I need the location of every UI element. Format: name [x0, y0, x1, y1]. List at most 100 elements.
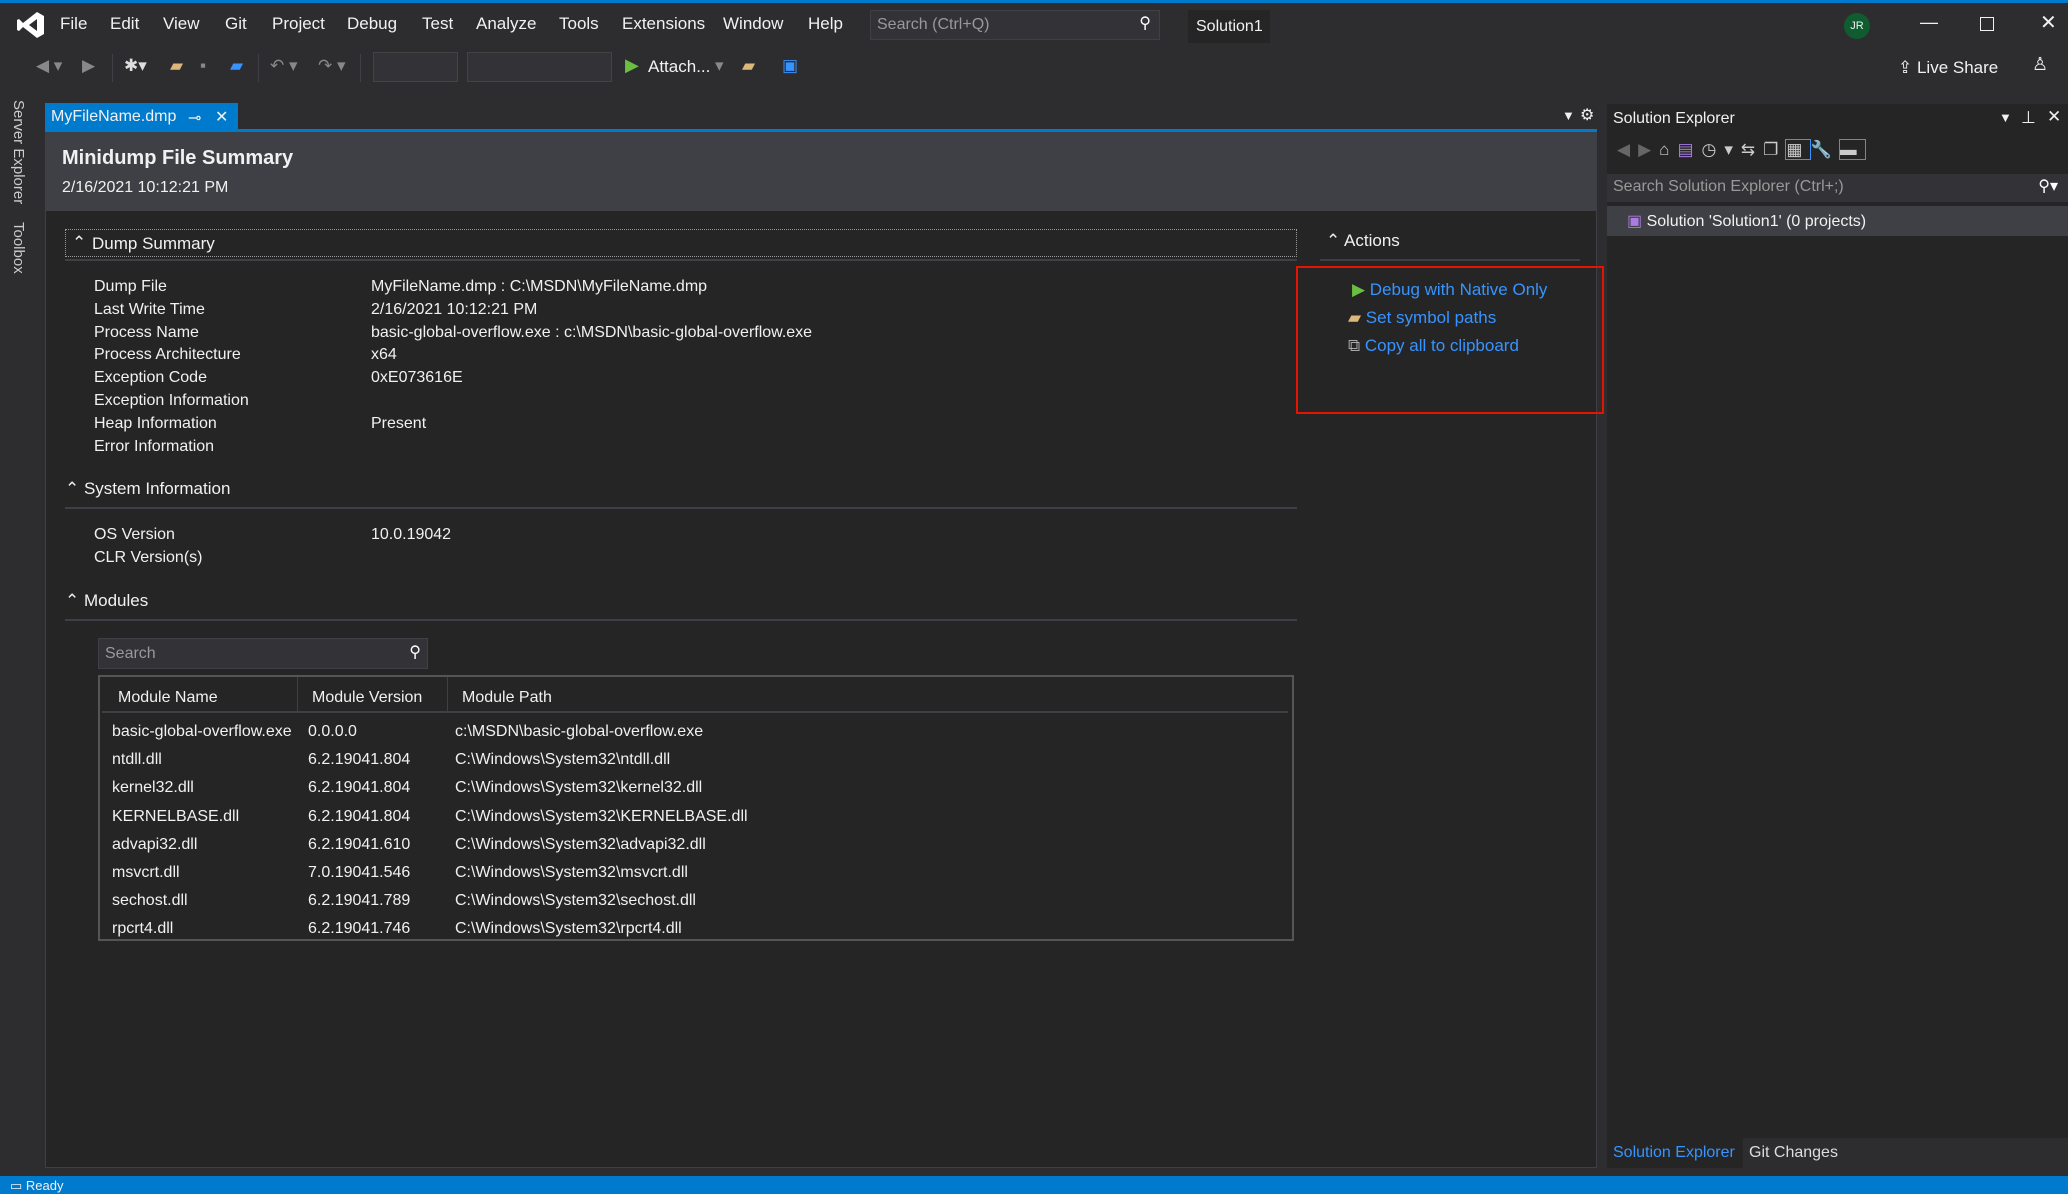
pin-icon[interactable]: ⊸ — [188, 108, 201, 128]
browser-icon[interactable]: ▣ — [782, 56, 798, 76]
sync-icon[interactable]: ⇆ — [1741, 140, 1763, 159]
field-label: Heap Information — [94, 414, 217, 432]
collapse-icon: ⌃ — [1326, 231, 1345, 250]
back-icon[interactable]: ◀ — [1617, 140, 1638, 159]
column-header-version[interactable]: Module Version — [312, 689, 422, 707]
search-placeholder: Search Solution Explorer (Ctrl+;) — [1613, 178, 1844, 195]
copy-clipboard-link[interactable]: ⧉ Copy all to clipboard — [1348, 336, 1519, 356]
table-row[interactable]: rpcrt4.dll 6.2.19041.746 C:\Windows\System… — [100, 916, 1290, 944]
field-value: 0xE073616E — [371, 369, 463, 387]
maximize-button[interactable] — [1980, 17, 1994, 31]
attach-button[interactable]: Attach... — [648, 57, 710, 77]
switch-views-icon[interactable]: ▤ — [1677, 140, 1701, 159]
tab-solution-explorer[interactable]: Solution Explorer — [1613, 1144, 1735, 1162]
save-all-icon[interactable]: ▰ — [230, 56, 243, 76]
preview-icon[interactable]: ▬ — [1838, 139, 1866, 160]
cell-module-path: C:\Windows\System32\msvcrt.dll — [455, 864, 688, 881]
undo-icon[interactable]: ↶ ▾ — [270, 56, 298, 76]
menu-project[interactable]: Project — [272, 14, 325, 34]
close-tab-icon[interactable]: ✕ — [215, 107, 228, 127]
cell-module-version: 6.2.19041.789 — [308, 892, 411, 910]
menu-analyze[interactable]: Analyze — [476, 14, 536, 34]
table-row[interactable]: sechost.dll 6.2.19041.789 C:\Windows\Syste… — [100, 888, 1290, 916]
menu-help[interactable]: Help — [808, 14, 843, 34]
debug-native-only-link[interactable]: ▶ Debug with Native Only — [1352, 280, 1547, 300]
column-header-name[interactable]: Module Name — [118, 689, 218, 707]
dump-summary-header[interactable]: ⌃ Dump Summary — [65, 229, 1297, 257]
menu-file[interactable]: File — [60, 14, 87, 34]
field-label: Last Write Time — [94, 300, 205, 318]
cell-module-path: C:\Windows\System32\sechost.dll — [455, 892, 696, 910]
attach-dropdown-icon[interactable]: ▾ — [715, 56, 724, 76]
back-icon[interactable]: ◀ ▾ — [36, 56, 62, 76]
pending-changes-icon[interactable]: ◷▾ — [1702, 140, 1741, 159]
field-label: Dump File — [94, 278, 167, 295]
redo-icon[interactable]: ↷ ▾ — [318, 56, 346, 76]
menu-edit[interactable]: Edit — [110, 14, 139, 34]
table-row[interactable]: ntdll.dll 6.2.19041.804 C:\Windows\System3… — [100, 747, 1290, 775]
field-label: Process Name — [94, 323, 199, 341]
close-window-button[interactable]: ✕ — [2040, 10, 2057, 35]
modules-table: Module Name Module Version Module Path b… — [98, 675, 1294, 941]
column-header-path[interactable]: Module Path — [462, 689, 552, 707]
table-row[interactable]: kernel32.dll 6.2.19041.804 C:\Windows\Syst… — [100, 775, 1290, 803]
solution-search-input[interactable]: Search Solution Explorer (Ctrl+;) ⚲▾ — [1607, 174, 2068, 202]
new-project-icon[interactable]: ✱▾ — [124, 56, 147, 76]
solution-tree-item[interactable]: ▣ Solution 'Solution1' (0 projects) — [1607, 206, 2068, 236]
menu-view[interactable]: View — [163, 14, 200, 34]
avatar[interactable]: JR — [1844, 13, 1870, 39]
menu-debug[interactable]: Debug — [347, 14, 397, 34]
toolbox-tab[interactable]: Toolbox — [10, 222, 27, 274]
open-folder-icon[interactable]: ▰ — [170, 56, 183, 76]
modules-search-input[interactable]: Search ⚲ — [98, 638, 428, 669]
forward-icon[interactable]: ▶ — [1638, 140, 1659, 159]
menu-tools[interactable]: Tools — [559, 14, 599, 34]
set-symbol-paths-link[interactable]: ▰ Set symbol paths — [1348, 308, 1496, 328]
tab-git-changes[interactable]: Git Changes — [1743, 1138, 2068, 1168]
system-info-header[interactable]: ⌃ System Information — [65, 479, 230, 499]
cell-module-name: rpcrt4.dll — [112, 920, 174, 938]
server-explorer-tab[interactable]: Server Explorer — [10, 100, 27, 204]
live-share-button[interactable]: ⇪ Live Share — [1898, 58, 1998, 78]
collapse-all-icon[interactable]: ❐ — [1763, 140, 1786, 159]
panel-dropdown-icon[interactable]: ▼ — [1999, 110, 2012, 125]
properties-icon[interactable]: 🔧 — [1810, 140, 1839, 159]
cell-module-path: c:\MSDN\basic-global-overflow.exe — [455, 723, 704, 740]
tab-dropdown-icon[interactable]: ▼ — [1562, 108, 1575, 123]
modules-header[interactable]: ⌃ Modules — [65, 591, 148, 611]
table-row[interactable]: advapi32.dll 6.2.19041.610 C:\Windows\Syst… — [100, 832, 1290, 860]
page-date: 2/16/2021 10:12:21 PM — [62, 179, 229, 196]
menu-extensions[interactable]: Extensions — [622, 14, 705, 34]
cell-module-name: advapi32.dll — [112, 835, 198, 853]
close-panel-icon[interactable]: ✕ — [2047, 107, 2061, 127]
save-icon[interactable]: ▪ — [200, 56, 206, 76]
actions-header[interactable]: ⌃ Actions — [1326, 231, 1400, 251]
menu-test[interactable]: Test — [422, 14, 453, 34]
menu-window[interactable]: Window — [723, 14, 783, 34]
global-search-input[interactable]: Search (Ctrl+Q) ⚲ — [870, 10, 1160, 40]
table-row[interactable]: msvcrt.dll 7.0.19041.546 C:\Windows\System… — [100, 860, 1290, 888]
tab-minidump[interactable]: MyFileName.dmp ⊸ ✕ — [45, 103, 238, 131]
field-value: basic-global-overflow.exe : c:\MSDN\basi… — [371, 323, 813, 341]
platform-dropdown[interactable] — [467, 52, 612, 82]
search-icon: ⚲▾ — [2038, 178, 2058, 195]
divider — [65, 259, 1297, 261]
gear-icon[interactable]: ⚙ — [1580, 105, 1594, 125]
table-row[interactable]: basic-global-overflow.exe 0.0.0.0 c:\MSDN\… — [100, 719, 1290, 747]
vs-logo-icon — [16, 10, 46, 40]
minimize-button[interactable]: — — [1920, 12, 1938, 33]
field-value: 10.0.19042 — [371, 526, 452, 543]
find-in-files-icon[interactable]: ▰ — [742, 56, 755, 76]
table-row[interactable]: KERNELBASE.dll 6.2.19041.804 C:\Windows\Sy… — [100, 804, 1290, 832]
menu-git[interactable]: Git — [225, 14, 247, 34]
forward-icon[interactable]: ▶ — [82, 56, 95, 76]
section-title: System Information — [83, 479, 231, 498]
pin-icon[interactable]: ⊥ — [2021, 108, 2036, 128]
home-icon[interactable]: ⌂ — [1659, 140, 1677, 159]
configuration-dropdown[interactable] — [373, 52, 458, 82]
separator — [258, 54, 259, 82]
field-label: Exception Information — [94, 392, 249, 409]
feedback-icon[interactable]: ♙ — [2032, 54, 2048, 75]
show-all-files-icon[interactable]: ▦ — [1785, 139, 1812, 160]
column-divider — [447, 677, 448, 713]
